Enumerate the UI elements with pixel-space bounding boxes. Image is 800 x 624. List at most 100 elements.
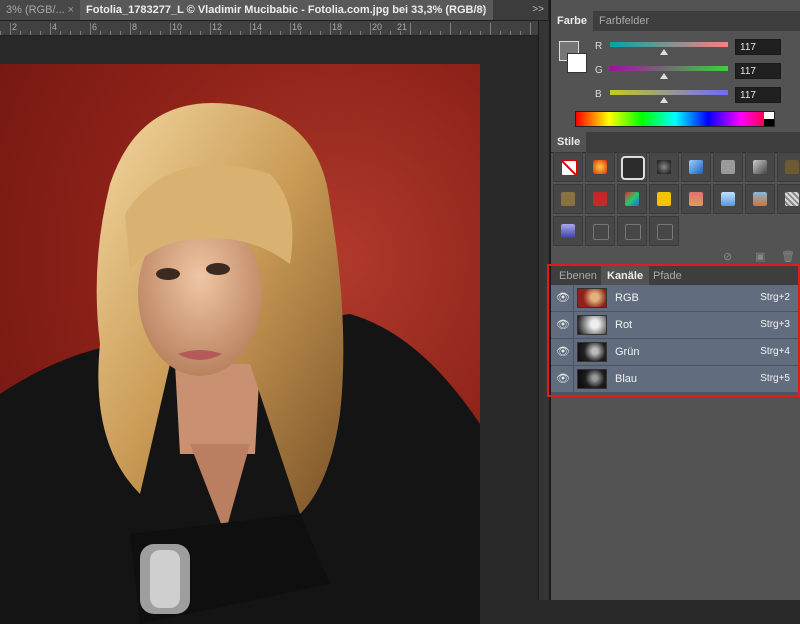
slider-r[interactable]: R 117 xyxy=(595,39,795,59)
ruler-tick xyxy=(480,31,481,35)
style-preset-cell[interactable] xyxy=(585,184,615,214)
style-preset-icon xyxy=(753,192,767,206)
eye-icon[interactable]: 👁 xyxy=(555,371,571,387)
document-tab-active[interactable]: Fotolia_1783277_L © Vladimir Mucibabic -… xyxy=(80,0,493,20)
style-preset-cell[interactable] xyxy=(649,152,679,182)
black-white-swatch[interactable] xyxy=(764,112,774,126)
ruler-number: 8 xyxy=(132,22,138,32)
close-icon[interactable]: × xyxy=(481,0,487,20)
tab-farbfelder[interactable]: Farbfelder xyxy=(593,11,655,31)
slider-b-value-field[interactable]: 117 xyxy=(735,87,781,103)
channels-panel-tabs: Ebenen Kanäle Pfade xyxy=(551,266,800,287)
slider-r-thumb[interactable] xyxy=(660,49,669,55)
channel-separator xyxy=(573,285,574,311)
channels-list: 👁 RGB Strg+2 👁 Rot Strg+3 👁 Grün Strg+4 … xyxy=(551,285,800,600)
tab-kanaele[interactable]: Kanäle xyxy=(601,266,650,286)
tab-farbe[interactable]: Farbe xyxy=(551,11,593,31)
style-preset-cell[interactable] xyxy=(553,152,583,182)
style-preset-cell[interactable] xyxy=(745,152,775,182)
eye-icon[interactable]: 👁 xyxy=(555,290,571,306)
style-preset-cell[interactable] xyxy=(553,184,583,214)
style-preset-icon xyxy=(753,160,767,174)
style-preset-cell[interactable] xyxy=(553,216,583,246)
slider-b[interactable]: B 117 xyxy=(595,87,795,107)
style-preset-icon xyxy=(657,192,671,206)
document-tab-previous[interactable]: 3% (RGB/... × xyxy=(0,0,80,20)
style-preset-cell[interactable] xyxy=(585,216,615,246)
channel-row-rgb[interactable]: 👁 RGB Strg+2 xyxy=(551,285,800,312)
ruler-tick xyxy=(150,31,151,35)
ruler-tick xyxy=(420,31,421,35)
style-preset-cell[interactable] xyxy=(585,152,615,182)
style-preset-icon xyxy=(785,160,799,174)
slider-b-label: B xyxy=(595,89,602,100)
channel-shortcut: Strg+3 xyxy=(760,319,790,330)
style-preset-cell[interactable] xyxy=(777,184,800,214)
ruler-tick xyxy=(380,31,381,35)
style-preset-cell[interactable] xyxy=(745,184,775,214)
eye-icon[interactable]: 👁 xyxy=(555,344,571,360)
new-style-icon[interactable]: ▣ xyxy=(755,250,765,263)
style-preset-cell[interactable] xyxy=(777,152,800,182)
ruler-tick xyxy=(0,31,1,35)
ruler-tick xyxy=(350,31,351,35)
ruler-tick xyxy=(190,31,191,35)
channel-row-rot[interactable]: 👁 Rot Strg+3 xyxy=(551,312,800,339)
ruler-tick xyxy=(430,31,431,35)
slider-b-track[interactable] xyxy=(610,90,728,95)
tab-pfade[interactable]: Pfade xyxy=(647,266,688,286)
style-preset-cell[interactable] xyxy=(713,184,743,214)
clear-style-icon[interactable]: ⊘ xyxy=(723,250,732,263)
slider-g-value-field[interactable]: 117 xyxy=(735,63,781,79)
style-preset-cell[interactable] xyxy=(681,152,711,182)
ruler-tick xyxy=(330,23,331,35)
ruler-tick xyxy=(530,23,531,35)
tab-stile[interactable]: Stile xyxy=(551,132,587,152)
style-preset-cell[interactable] xyxy=(649,184,679,214)
channel-row-blau[interactable]: 👁 Blau Strg+5 xyxy=(551,366,800,393)
style-preset-cell[interactable] xyxy=(681,184,711,214)
style-preset-icon xyxy=(625,224,641,240)
stile-panel-tabs: Stile xyxy=(551,132,800,153)
background-color-swatch[interactable] xyxy=(567,53,587,73)
channel-thumbnail xyxy=(577,315,607,335)
channel-shortcut: Strg+2 xyxy=(760,292,790,303)
ruler-tick xyxy=(490,23,491,35)
style-preset-icon xyxy=(689,192,703,206)
styles-panel-footer: ⊘ ▣ 🗑 xyxy=(551,248,800,264)
color-spectrum-bar[interactable] xyxy=(575,111,775,127)
ruler-tick xyxy=(340,31,341,35)
ruler-number: 2 xyxy=(12,22,18,32)
slider-g[interactable]: G 117 xyxy=(595,63,795,83)
horizontal-ruler: 2 4 6 8 10 12 14 16 18 20 21 xyxy=(0,21,538,36)
style-preset-icon xyxy=(657,160,671,174)
channel-row-gruen[interactable]: 👁 Grün Strg+4 xyxy=(551,339,800,366)
ruler-tick xyxy=(90,23,91,35)
slider-b-thumb[interactable] xyxy=(660,97,669,103)
ruler-tick xyxy=(80,31,81,35)
channel-thumbnail xyxy=(577,342,607,362)
style-preset-cell[interactable] xyxy=(713,152,743,182)
slider-g-thumb[interactable] xyxy=(660,73,669,79)
document-canvas[interactable] xyxy=(0,36,538,624)
slider-g-track[interactable] xyxy=(610,66,728,71)
channel-name: Blau xyxy=(615,373,638,385)
ruler-tick xyxy=(120,31,121,35)
ruler-tick xyxy=(510,31,511,35)
eye-icon[interactable]: 👁 xyxy=(555,317,571,333)
slider-r-track[interactable] xyxy=(610,42,728,47)
ruler-number: 21 xyxy=(397,22,408,32)
tab-overflow-icon[interactable]: >> xyxy=(532,0,544,20)
slider-r-value-field[interactable]: 117 xyxy=(735,39,781,55)
style-preset-cell[interactable] xyxy=(617,184,647,214)
close-icon[interactable]: × xyxy=(68,0,74,20)
ruler-tick xyxy=(520,31,521,35)
ruler-tick xyxy=(20,31,21,35)
tab-ebenen[interactable]: Ebenen xyxy=(553,266,603,286)
style-preset-cell[interactable] xyxy=(617,216,647,246)
style-preset-cell[interactable] xyxy=(617,152,647,182)
trash-icon[interactable]: 🗑 xyxy=(781,250,795,263)
style-preset-cell[interactable] xyxy=(649,216,679,246)
slider-r-label: R xyxy=(595,41,603,52)
vertical-scrollbar[interactable] xyxy=(538,21,549,600)
